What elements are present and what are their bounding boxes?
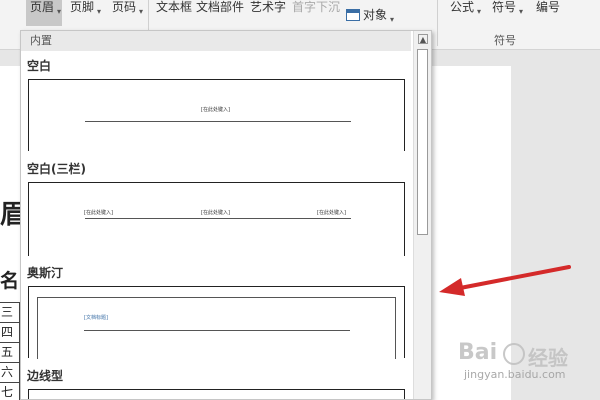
footer-label: 页脚 <box>70 0 95 14</box>
scrollbar-thumb[interactable] <box>417 49 428 235</box>
placeholder-text: [文档标题] <box>84 315 108 321</box>
chevron-down-icon: ▾ <box>57 7 62 16</box>
group-label-symbols: 符号 <box>494 34 516 47</box>
table-cell: 六 <box>0 362 20 382</box>
baidu-paw-icon <box>503 343 525 365</box>
numbering-button[interactable]: 编号 <box>536 0 560 26</box>
red-arrow-annotation <box>439 265 571 296</box>
watermark-url: jingyan.baidu.com <box>464 368 566 381</box>
page-number-button[interactable]: 页码 ▾ <box>112 0 143 26</box>
symbol-button[interactable]: 符号 ▾ <box>492 0 523 26</box>
arrow-head <box>439 278 465 296</box>
arrow-shaft <box>453 265 571 291</box>
chevron-down-icon: ▾ <box>519 7 524 16</box>
wordart-button[interactable]: 艺术字 <box>250 0 286 26</box>
chevron-down-icon: ▾ <box>390 15 395 24</box>
gallery-item-label: 空白(三栏) <box>27 162 86 176</box>
text-box-label: 文本框 <box>156 0 193 14</box>
gallery-item-label: 奥斯汀 <box>27 266 64 280</box>
gallery-item-austin[interactable]: [文档标题] <box>28 286 405 359</box>
austin-frame: [文档标题] <box>37 297 396 359</box>
header-gallery: 内置 空白 [在此处键入] 空白(三栏) [在此处键入] [在此处键入] [在此… <box>20 30 432 400</box>
object-label: 对象 <box>363 8 388 22</box>
table-cell: 四 <box>0 322 20 342</box>
document-name-fragment: 名 <box>0 270 20 292</box>
header-button[interactable]: 页眉 ▾ <box>26 0 62 26</box>
watermark-logo-cn: 经验 <box>528 346 568 370</box>
scroll-up-arrow-icon[interactable]: ▲ <box>418 34 428 44</box>
equation-button[interactable]: 公式 ▾ <box>450 0 481 26</box>
watermark-logo-text: Bai <box>458 340 498 365</box>
header-rule <box>84 330 350 331</box>
chevron-down-icon: ▾ <box>139 7 144 16</box>
placeholder-text: [在此处键入] <box>201 107 230 113</box>
gallery-scrollbar[interactable]: ▲ <box>413 31 431 399</box>
text-box-button[interactable]: 文本框 <box>156 0 192 26</box>
drop-cap-button[interactable]: 首字下沉 <box>292 0 340 26</box>
table-cell: 七 <box>0 382 20 400</box>
gallery-item-blank[interactable]: [在此处键入] <box>28 79 405 151</box>
placeholder-text: [在此处键入] <box>201 210 230 216</box>
table-cell: 三 <box>0 302 20 322</box>
drop-cap-label: 首字下沉 <box>292 0 341 14</box>
baidu-jingyan-watermark: Bai 经验 jingyan.baidu.com <box>458 340 598 390</box>
quick-parts-button[interactable]: 文档部件 <box>196 0 244 26</box>
footer-button[interactable]: 页脚 ▾ <box>70 0 101 26</box>
placeholder-text: [在此处键入] <box>84 210 113 216</box>
table-cell: 五 <box>0 342 20 362</box>
placeholder-text: [在此处键入] <box>317 210 346 216</box>
header-label: 页眉 <box>30 0 55 14</box>
numbering-label: 编号 <box>536 0 561 14</box>
symbol-label: 符号 <box>492 0 517 14</box>
quick-parts-label: 文档部件 <box>196 0 245 14</box>
page-number-label: 页码 <box>112 0 137 14</box>
chevron-down-icon: ▾ <box>97 7 102 16</box>
wordart-label: 艺术字 <box>250 0 287 14</box>
gallery-item-blank-three-column[interactable]: [在此处键入] [在此处键入] [在此处键入] <box>28 182 405 256</box>
gallery-item-label: 边线型 <box>27 369 64 383</box>
equation-label: 公式 <box>450 0 475 14</box>
gallery-section-label: 内置 <box>21 31 411 51</box>
document-table: 三 四 五 六 七 <box>0 302 20 400</box>
gallery-item-sideline[interactable] <box>28 389 405 399</box>
header-rule <box>85 218 351 219</box>
gallery-item-label: 空白 <box>27 59 52 73</box>
header-rule <box>85 121 351 122</box>
chevron-down-icon: ▾ <box>477 7 482 16</box>
group-divider <box>437 0 438 46</box>
object-icon <box>346 9 360 21</box>
